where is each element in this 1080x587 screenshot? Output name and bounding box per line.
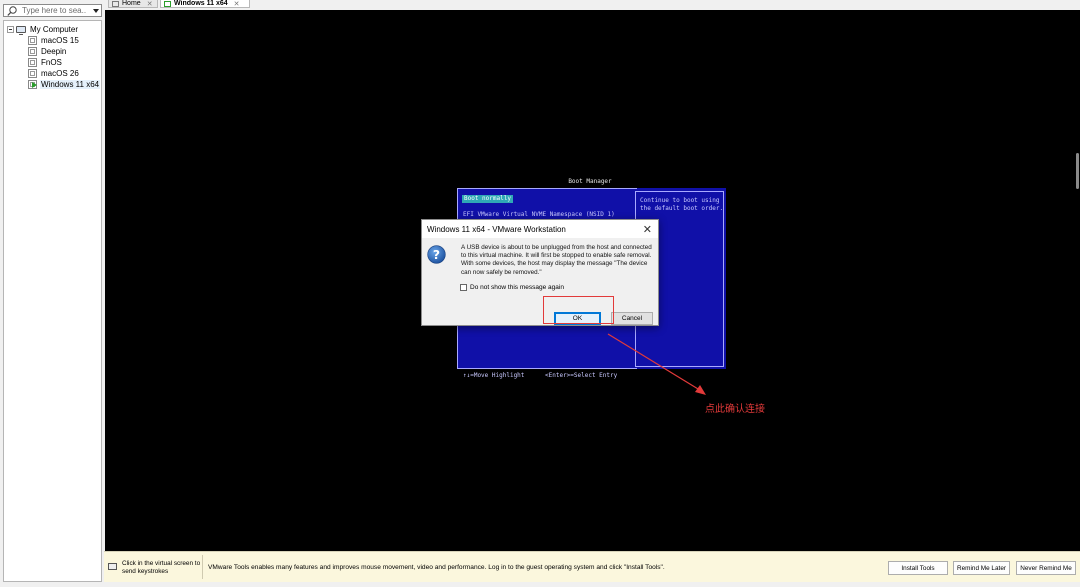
computer-icon xyxy=(16,26,26,35)
collapse-icon[interactable] xyxy=(7,26,14,33)
vm-icon xyxy=(28,47,37,56)
search-dropdown-icon[interactable] xyxy=(93,9,99,13)
tree-item-label: macOS 15 xyxy=(41,36,79,45)
tab-home[interactable]: Home ✕ xyxy=(108,0,158,8)
vm-icon xyxy=(28,36,37,45)
tree-item-deepin[interactable]: Deepin xyxy=(28,46,67,57)
vm-console-screen[interactable]: Boot Manager Continue to boot using the … xyxy=(105,10,1080,551)
divider xyxy=(202,555,203,579)
tree-item-label: FnOS xyxy=(41,58,62,67)
keyboard-icon xyxy=(108,563,117,570)
annotation-arrow xyxy=(607,333,706,395)
close-tab-icon[interactable]: ✕ xyxy=(147,0,153,8)
tree-item-label: Windows 11 x64 xyxy=(40,80,101,89)
tree-item-macos-15[interactable]: macOS 15 xyxy=(28,35,80,46)
library-panel: Type here to sea... My Computer macOS 15… xyxy=(0,0,103,587)
tree-item-fnos[interactable]: FnOS xyxy=(28,57,63,68)
tree-item-windows-11[interactable]: Windows 11 x64 xyxy=(28,79,101,90)
tree-item-my-computer[interactable]: My Computer xyxy=(7,24,79,35)
install-tools-button[interactable]: Install Tools xyxy=(888,561,948,575)
console-scrollbar[interactable] xyxy=(1076,153,1079,189)
vm-tree: My Computer macOS 15 Deepin FnOS macOS 2… xyxy=(3,20,102,582)
tab-windows-11[interactable]: Windows 11 x64 ✕ xyxy=(160,0,250,8)
vm-running-icon xyxy=(28,80,37,89)
remind-me-later-button[interactable]: Remind Me Later xyxy=(953,561,1010,575)
vm-running-icon xyxy=(164,0,171,7)
search-icon xyxy=(7,6,17,16)
tab-bar: Home ✕ Windows 11 x64 ✕ xyxy=(105,0,1080,10)
click-hint-text: Click in the virtual screen to send keys… xyxy=(122,560,201,575)
tree-item-label: macOS 26 xyxy=(41,69,79,78)
tree-item-label: Deepin xyxy=(41,47,67,56)
vm-icon xyxy=(28,69,37,78)
home-icon xyxy=(112,0,119,7)
annotation-note: 点此确认连接 xyxy=(705,404,765,415)
library-search-input[interactable]: Type here to sea... xyxy=(3,4,102,17)
tools-message: VMware Tools enables many features and i… xyxy=(208,564,665,571)
status-bar xyxy=(104,582,1080,587)
tab-label: Home xyxy=(122,0,141,7)
tree-item-macos-26[interactable]: macOS 26 xyxy=(28,68,80,79)
never-remind-me-button[interactable]: Never Remind Me xyxy=(1016,561,1076,575)
tree-item-label: My Computer xyxy=(30,25,79,34)
tab-label: Windows 11 x64 xyxy=(174,0,228,7)
search-placeholder: Type here to sea... xyxy=(22,6,86,15)
vm-icon xyxy=(28,58,37,67)
vmware-tools-notification-bar: Click in the virtual screen to send keys… xyxy=(104,551,1080,582)
close-tab-icon[interactable]: ✕ xyxy=(234,0,240,8)
